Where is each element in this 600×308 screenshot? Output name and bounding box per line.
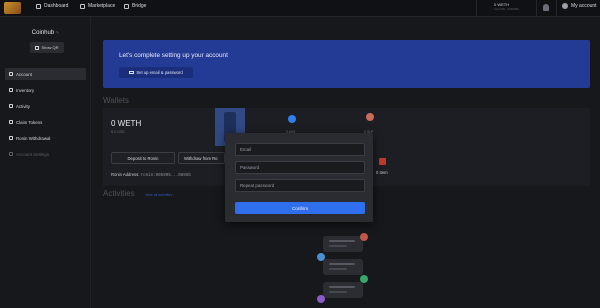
mail-icon bbox=[129, 70, 135, 75]
activity-illustration-card bbox=[323, 236, 363, 252]
illustration-dot bbox=[317, 253, 325, 261]
sidebar-item-label: Activity bbox=[16, 103, 30, 109]
nav-dashboard-label: Dashboard bbox=[44, 3, 69, 9]
claim-tokens-icon bbox=[9, 120, 13, 124]
settings-icon bbox=[9, 152, 13, 156]
dashboard-icon bbox=[36, 3, 41, 9]
usd-amount: $ 0 USD bbox=[111, 130, 125, 134]
topbar-divider bbox=[536, 0, 537, 17]
activity-icon bbox=[9, 104, 13, 108]
show-qr-button[interactable]: Show QR bbox=[30, 42, 64, 53]
sidebar-item-ronin-withdrawal[interactable]: Ronin Withdrawal bbox=[5, 132, 86, 144]
sidebar-item-label: Account Settings bbox=[16, 151, 49, 157]
sidebar: Coinhub ✎ Show QR Account Inventory Acti… bbox=[0, 17, 91, 308]
illustration-dot bbox=[360, 233, 368, 241]
account-icon bbox=[562, 3, 568, 9]
sidebar-item-label: Account bbox=[16, 71, 32, 77]
axie-logo[interactable] bbox=[4, 2, 21, 14]
illustration-dot bbox=[317, 295, 325, 303]
activity-illustration-card bbox=[323, 282, 363, 298]
topbar-divider bbox=[556, 0, 557, 17]
sidebar-item-account[interactable]: Account bbox=[5, 68, 86, 80]
slp-icon bbox=[366, 113, 374, 121]
top-bar: Dashboard Marketplace Bridge 0 WETH roni… bbox=[0, 0, 600, 17]
email-field[interactable] bbox=[235, 143, 365, 156]
item-count: 0 Item bbox=[376, 170, 388, 175]
nav-marketplace[interactable]: Marketplace bbox=[80, 3, 115, 9]
repeat-password-field[interactable] bbox=[235, 179, 365, 192]
sidebar-item-inventory[interactable]: Inventory bbox=[5, 84, 86, 96]
edit-icon[interactable]: ✎ bbox=[56, 30, 59, 35]
account-icon bbox=[9, 72, 13, 76]
profile-name-text: Coinhub bbox=[31, 30, 55, 36]
sidebar-item-account-settings[interactable]: Account Settings bbox=[5, 148, 86, 160]
password-field[interactable] bbox=[235, 161, 365, 174]
bridge-icon bbox=[124, 3, 129, 9]
nav-bridge-label: Bridge bbox=[132, 3, 147, 9]
topbar-divider bbox=[476, 0, 477, 17]
sidebar-item-label: Claim Tokens bbox=[16, 119, 43, 125]
sidebar-item-activity[interactable]: Activity bbox=[5, 100, 86, 112]
sidebar-item-label: Ronin Withdrawal bbox=[16, 135, 51, 141]
activity-illustration-card bbox=[323, 259, 363, 275]
setup-banner: Let's complete setting up your account S… bbox=[103, 40, 590, 88]
profile-name: Coinhub ✎ bbox=[0, 30, 91, 36]
notification-icon[interactable] bbox=[543, 4, 549, 11]
banner-title: Let's complete setting up your account bbox=[119, 52, 228, 59]
nav-bridge[interactable]: Bridge bbox=[124, 3, 146, 9]
nav-marketplace-label: Marketplace bbox=[88, 3, 116, 9]
qr-icon bbox=[35, 45, 40, 50]
wallet-summary[interactable]: 0 WETH ronin:90...0x69450 bbox=[494, 2, 519, 12]
withdraw-from-ronin-button[interactable]: Withdraw from Ro bbox=[178, 152, 225, 164]
my-account-label: My account bbox=[571, 3, 597, 9]
axs-icon bbox=[288, 115, 296, 123]
my-account-button[interactable]: My account bbox=[562, 3, 597, 9]
item-icon bbox=[379, 158, 386, 165]
withdrawal-icon bbox=[9, 136, 13, 140]
wallets-title: Wallets bbox=[103, 96, 129, 105]
inventory-icon bbox=[9, 88, 13, 92]
setup-account-modal: Confirm bbox=[225, 133, 373, 222]
view-all-activities-link[interactable]: View all activities › bbox=[145, 193, 174, 197]
confirm-button[interactable]: Confirm bbox=[235, 202, 365, 214]
setup-button-label: Set up email & password bbox=[136, 70, 183, 75]
weth-amount: 0 WETH bbox=[111, 119, 142, 128]
ronin-address-value[interactable]: ronin:905995...0695b bbox=[141, 174, 191, 178]
ronin-address-row: Ronin Address: ronin:905995...0695b bbox=[111, 172, 191, 178]
ronin-short-address: ronin:90...0x69450 bbox=[494, 7, 519, 11]
activities-title: Activities bbox=[103, 189, 135, 198]
illustration-dot bbox=[360, 275, 368, 283]
nav-dashboard[interactable]: Dashboard bbox=[36, 3, 68, 9]
sidebar-item-claim-tokens[interactable]: Claim Tokens bbox=[5, 116, 86, 128]
setup-email-password-button[interactable]: Set up email & password bbox=[119, 67, 193, 78]
deposit-to-ronin-button[interactable]: Deposit to Ronin bbox=[111, 152, 175, 164]
sidebar-item-label: Inventory bbox=[16, 87, 35, 93]
show-qr-label: Show QR bbox=[41, 45, 59, 50]
marketplace-icon bbox=[80, 3, 85, 9]
ronin-address-label: Ronin Address: bbox=[111, 172, 140, 177]
